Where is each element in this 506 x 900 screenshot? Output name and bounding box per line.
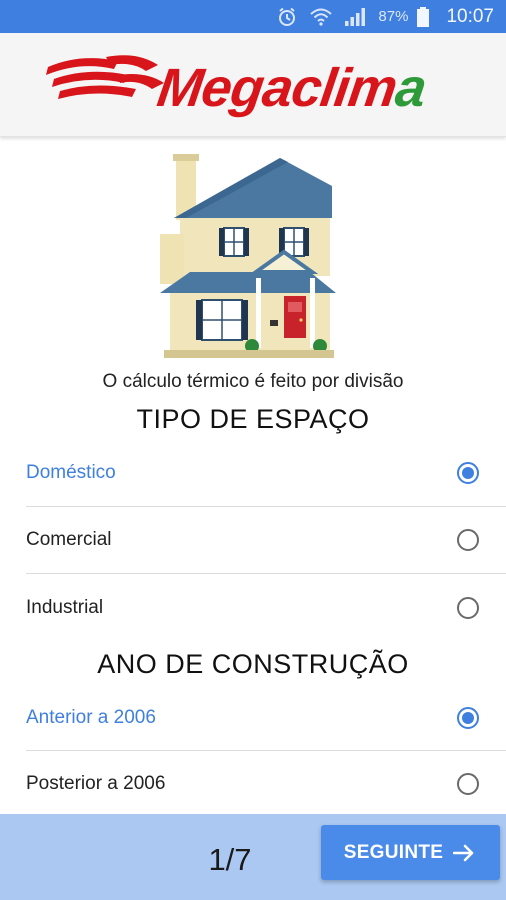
battery-percent: 87%	[378, 8, 409, 25]
radio-unselected-icon[interactable]	[457, 529, 479, 551]
logo-wind-icon	[46, 55, 164, 99]
space-type-title: TIPO DE ESPAÇO	[136, 404, 370, 434]
option-industrial[interactable]: Industrial	[0, 575, 506, 641]
construction-year-title: ANO DE CONSTRUÇÃO	[97, 649, 409, 679]
wifi-icon	[310, 6, 333, 28]
app-header: Megaclima	[0, 33, 506, 137]
alarm-icon	[276, 6, 298, 28]
status-bar: 87% 10:07	[0, 0, 506, 33]
radio-unselected-icon[interactable]	[457, 597, 479, 619]
logo-wordmark: Megaclima	[154, 57, 430, 119]
next-button-label: SEGUINTE	[343, 841, 444, 863]
divider	[26, 573, 506, 574]
radio-selected-icon[interactable]	[457, 707, 479, 729]
option-label: Anterior a 2006	[26, 707, 156, 728]
battery-icon	[412, 6, 434, 28]
option-label: Industrial	[26, 597, 104, 618]
option-comercial[interactable]: Comercial	[0, 507, 506, 573]
megaclima-logo: Megaclima	[40, 43, 429, 129]
option-anterior-2006[interactable]: Anterior a 2006	[0, 685, 506, 751]
option-label: Doméstico	[26, 462, 116, 483]
option-domestico[interactable]: Doméstico	[0, 440, 506, 506]
subtitle: O cálculo térmico é feito por divisão	[102, 371, 404, 392]
option-posterior-2006[interactable]: Posterior a 2006	[0, 751, 506, 817]
bottom-navigation-bar: 1/7 SEGUINTE	[0, 814, 506, 900]
arrow-right-icon	[453, 843, 477, 863]
house-illustration	[160, 148, 336, 360]
next-button[interactable]: SEGUINTE	[321, 825, 500, 880]
option-label: Posterior a 2006	[26, 773, 166, 794]
status-time: 10:07	[446, 5, 494, 27]
logo-text-main: Megaclim	[153, 58, 401, 118]
signal-icon	[344, 6, 366, 28]
radio-selected-icon[interactable]	[457, 462, 479, 484]
option-label: Comercial	[26, 529, 112, 550]
radio-unselected-icon[interactable]	[457, 773, 479, 795]
